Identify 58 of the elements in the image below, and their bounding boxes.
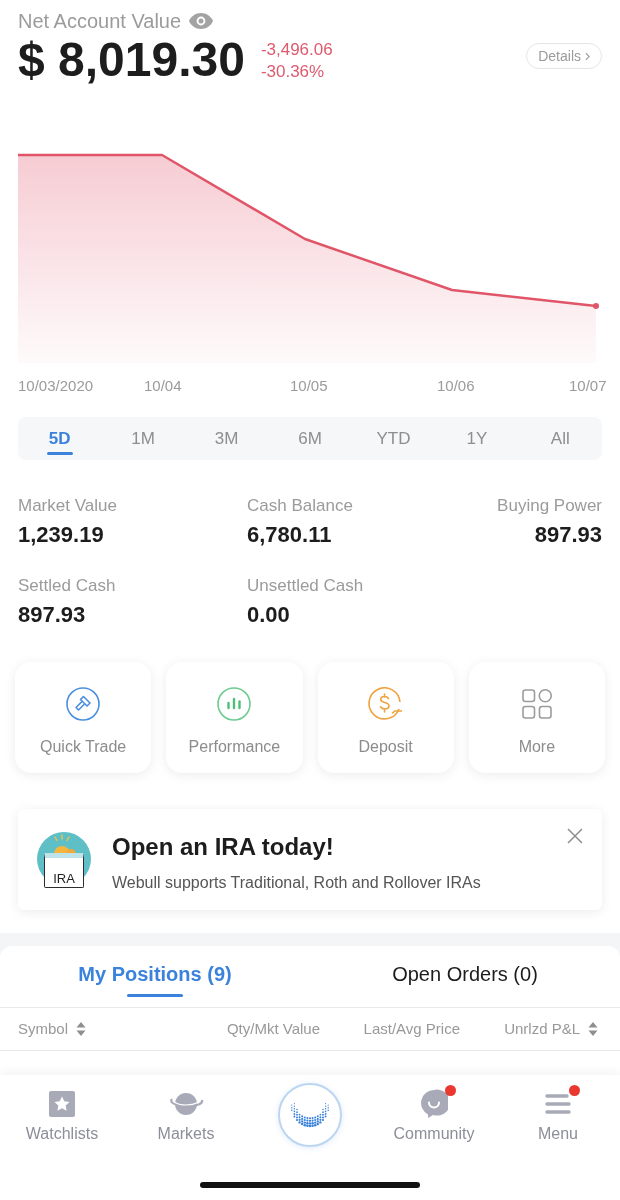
account-value: $ 8,019.30 bbox=[18, 34, 245, 86]
column-header: Qty/Mkt Value bbox=[226, 1019, 320, 1039]
action-button[interactable]: Deposit bbox=[317, 662, 454, 773]
balance-value: 6,780.11 bbox=[247, 521, 332, 549]
action-button[interactable]: Quick Trade bbox=[15, 662, 152, 773]
grid-icon bbox=[519, 687, 554, 721]
positions-tab[interactable]: Open Orders (0) bbox=[392, 956, 538, 997]
axis-label: 10/06 bbox=[437, 376, 475, 396]
close-button[interactable] bbox=[567, 828, 583, 844]
close-icon bbox=[567, 828, 583, 844]
ira-card: IRA bbox=[44, 853, 84, 888]
account-title: Net Account Value bbox=[18, 9, 182, 34]
balance-label: Settled Cash bbox=[18, 575, 116, 597]
menu-icon bbox=[544, 1092, 572, 1116]
range-tab[interactable]: 1M bbox=[101, 417, 185, 460]
range-tab[interactable]: All bbox=[518, 417, 602, 460]
action-button[interactable]: More bbox=[468, 662, 605, 773]
hammer-icon bbox=[66, 687, 101, 721]
change-percent: -30.36% bbox=[260, 61, 325, 83]
action-button[interactable]: Performance bbox=[166, 662, 303, 773]
balance-label: Market Value bbox=[18, 495, 117, 517]
change-amount: -3,496.06 bbox=[260, 39, 333, 61]
column-header: Last/Avg Price bbox=[363, 1019, 460, 1039]
promo-card[interactable]: IRA Open an IRA today! Webull supports Traditional, Roth and Rollover IRAs bbox=[18, 809, 602, 910]
column-header[interactable]: Unrlzd P&L bbox=[504, 1019, 598, 1039]
balance-label: Cash Balance bbox=[247, 495, 353, 517]
balance-value: 1,239.19 bbox=[18, 521, 104, 549]
end-point-marker bbox=[593, 303, 599, 309]
axis-label: 10/07 bbox=[569, 376, 607, 396]
range-tab[interactable]: 3M bbox=[184, 417, 269, 460]
nav-tab[interactable]: Community bbox=[393, 1075, 475, 1155]
positions-tab[interactable]: My Positions (9) bbox=[78, 956, 232, 997]
home-button[interactable] bbox=[278, 1083, 342, 1147]
balance-label: Buying Power bbox=[497, 495, 602, 517]
chat-bubble-icon bbox=[420, 1089, 448, 1119]
axis-label: 10/04 bbox=[144, 376, 182, 396]
dollar-circle-icon bbox=[367, 687, 404, 721]
chevron-right-icon bbox=[585, 51, 590, 61]
axis-label: 10/03/2020 bbox=[18, 376, 94, 396]
range-tab[interactable]: 5D bbox=[18, 417, 102, 460]
range-tab[interactable]: 1Y bbox=[435, 417, 519, 460]
promo-title: Open an IRA today! bbox=[112, 832, 334, 862]
balance-value: 897.93 bbox=[534, 521, 602, 549]
range-tab[interactable]: 6M bbox=[268, 417, 352, 460]
nav-tab[interactable]: Markets bbox=[157, 1075, 215, 1155]
eye-icon[interactable] bbox=[189, 13, 214, 29]
promo-text: Webull supports Traditional, Roth and Rollover IRAs bbox=[112, 873, 481, 893]
nav-tab[interactable]: Watchlists bbox=[25, 1075, 99, 1155]
range-tab[interactable]: YTD bbox=[351, 417, 436, 460]
planet-icon bbox=[168, 1090, 204, 1118]
dotted-smile-icon bbox=[290, 1102, 330, 1128]
balance-value: 0.00 bbox=[247, 601, 290, 629]
axis-label: 10/05 bbox=[290, 376, 328, 396]
nav-tab[interactable]: Menu bbox=[538, 1075, 578, 1155]
balance-value: 897.93 bbox=[18, 601, 86, 629]
balance-label: Unsettled Cash bbox=[247, 575, 364, 597]
column-header[interactable]: Symbol bbox=[18, 1019, 87, 1039]
bar-chart-icon bbox=[217, 687, 252, 721]
